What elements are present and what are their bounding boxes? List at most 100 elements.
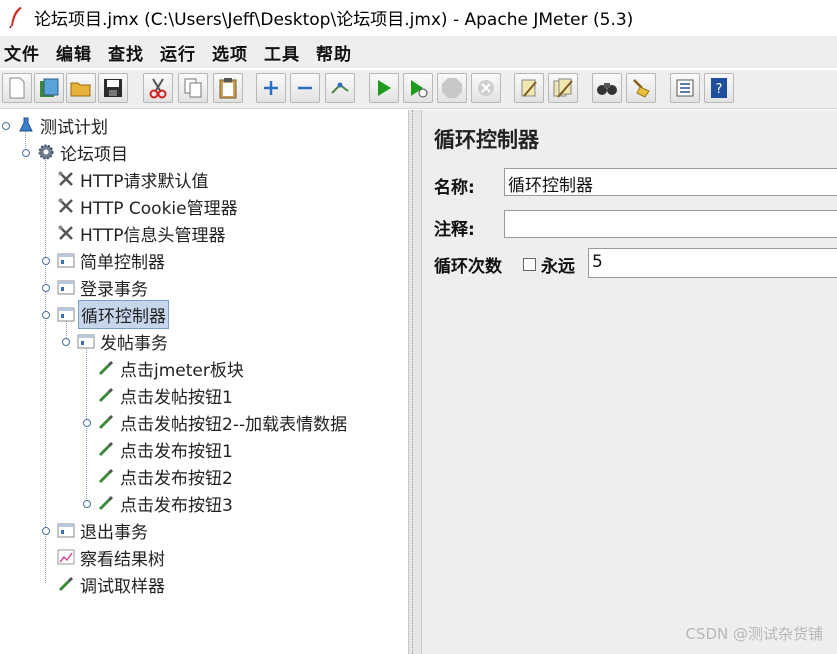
toggle-button[interactable] — [325, 73, 355, 103]
new-button[interactable] — [2, 73, 32, 103]
tree-node-thread-group[interactable]: 论坛项目 — [37, 140, 130, 165]
search-button[interactable] — [592, 73, 622, 103]
start-button[interactable] — [369, 73, 399, 103]
start-no-pause-icon — [411, 80, 428, 98]
forever-label: 永远 — [541, 257, 575, 277]
toggle-icon — [331, 82, 349, 94]
paste-button[interactable] — [213, 73, 243, 103]
jmeter-feather-icon — [9, 7, 22, 28]
wrench-icon — [58, 225, 73, 240]
new-icon — [9, 77, 25, 99]
menu-edit[interactable]: 编辑 — [56, 40, 92, 65]
reset-search-icon — [633, 79, 650, 98]
collapse-icon — [298, 86, 312, 90]
tree-node-http-defaults[interactable]: HTTP请求默认值 — [57, 167, 211, 192]
search-icon — [597, 83, 617, 95]
title-bar: 论坛项目.jmx (C:\Users\Jeff\Desktop\论坛项目.jmx… — [0, 0, 837, 34]
pipette-icon — [98, 441, 114, 457]
expand-icon — [264, 81, 278, 95]
tree-node-sampler[interactable]: 点击发布按钮2 — [97, 464, 235, 489]
wrench-icon — [58, 171, 73, 186]
flask-icon — [19, 117, 33, 132]
start-icon — [378, 80, 391, 96]
toolbar: ? — [0, 70, 837, 109]
pipette-icon — [98, 360, 114, 376]
loop-controller-panel: 循环控制器 名称: 循环控制器 注释: 循环次数 永远 5 — [422, 110, 837, 654]
name-field[interactable]: 循环控制器 — [504, 168, 837, 196]
controller-icon — [77, 334, 95, 349]
tree-node-sampler[interactable]: 点击发帖按钮2--加载表情数据 — [97, 410, 349, 435]
help-icon: ? — [711, 78, 727, 98]
tree-node-sampler[interactable]: 点击发布按钮1 — [97, 437, 235, 462]
function-helper-icon — [676, 79, 694, 97]
comment-label: 注释: — [434, 220, 475, 240]
watermark: CSDN @测试杂货铺 — [685, 625, 823, 643]
open-icon — [70, 82, 91, 97]
tree-node-logout-transaction[interactable]: 退出事务 — [57, 518, 150, 543]
tree-node-cookie-manager[interactable]: HTTP Cookie管理器 — [57, 194, 240, 219]
collapse-button[interactable] — [290, 73, 320, 103]
controller-icon — [57, 523, 75, 538]
expand-button[interactable] — [256, 73, 286, 103]
tree-node-test-plan[interactable]: 测试计划 — [17, 113, 110, 138]
svg-text:?: ? — [716, 82, 723, 97]
controller-icon — [57, 280, 75, 295]
tree-node-post-transaction[interactable]: 发帖事务 — [77, 329, 170, 354]
loop-count-label: 循环次数 — [434, 257, 502, 277]
pipette-icon — [98, 495, 114, 511]
tree-node-login-transaction[interactable]: 登录事务 — [57, 275, 150, 300]
chart-icon — [57, 549, 75, 565]
shutdown-icon — [478, 80, 494, 96]
clear-all-button[interactable] — [548, 73, 578, 103]
tree-node-sampler[interactable]: 点击jmeter板块 — [97, 356, 246, 381]
templates-icon — [40, 78, 59, 97]
start-no-pause-button[interactable] — [403, 73, 433, 103]
menu-search[interactable]: 查找 — [108, 40, 144, 65]
copy-button[interactable] — [178, 73, 208, 103]
wrench-icon — [58, 198, 73, 213]
tree-node-simple-controller[interactable]: 简单控制器 — [57, 248, 167, 273]
templates-button[interactable] — [34, 73, 64, 103]
copy-icon — [184, 78, 202, 98]
stop-icon — [442, 78, 462, 98]
window-title: 论坛项目.jmx (C:\Users\Jeff\Desktop\论坛项目.jmx… — [34, 9, 634, 30]
tree-node-sampler[interactable]: 点击发帖按钮1 — [97, 383, 235, 408]
menu-options[interactable]: 选项 — [212, 40, 248, 65]
stop-button[interactable] — [437, 73, 467, 103]
help-button[interactable]: ? — [704, 73, 734, 103]
tree-node-header-manager[interactable]: HTTP信息头管理器 — [57, 221, 228, 246]
paste-icon — [219, 78, 237, 99]
pipette-icon — [58, 576, 74, 592]
tree-node-sampler[interactable]: 点击发布按钮3 — [97, 491, 235, 516]
cut-icon — [149, 78, 167, 99]
open-button[interactable] — [66, 73, 96, 103]
loop-count-field[interactable]: 5 — [588, 248, 837, 278]
shutdown-button[interactable] — [471, 73, 501, 103]
tree-node-debug-sampler[interactable]: 调试取样器 — [57, 572, 167, 597]
pipette-icon — [98, 468, 114, 484]
reset-search-button[interactable] — [626, 73, 656, 103]
cut-button[interactable] — [143, 73, 173, 103]
save-icon — [104, 79, 122, 97]
controller-icon — [57, 253, 75, 268]
controller-icon — [57, 307, 75, 322]
tree-node-loop-controller[interactable]: 循环控制器 — [57, 299, 169, 329]
test-plan-tree[interactable]: 测试计划 论坛项目 HTTP请求默认值 HTTP Cookie管理器 HTTP信… — [0, 110, 408, 654]
clear-icon — [521, 79, 537, 97]
name-label: 名称: — [434, 178, 475, 198]
tree-node-results-tree[interactable]: 察看结果树 — [57, 545, 167, 570]
forever-checkbox[interactable] — [523, 258, 536, 271]
menu-file[interactable]: 文件 — [4, 40, 40, 65]
function-helper-button[interactable] — [670, 73, 700, 103]
comment-field[interactable] — [504, 210, 837, 238]
panel-splitter[interactable] — [408, 110, 422, 654]
menu-help[interactable]: 帮助 — [316, 40, 352, 65]
menu-run[interactable]: 运行 — [160, 40, 196, 65]
pipette-icon — [98, 387, 114, 403]
clear-button[interactable] — [514, 73, 544, 103]
pipette-icon — [98, 414, 114, 430]
menu-tools[interactable]: 工具 — [264, 40, 300, 65]
panel-title: 循环控制器 — [434, 128, 539, 152]
save-button[interactable] — [98, 73, 128, 103]
clear-all-icon — [553, 78, 573, 98]
